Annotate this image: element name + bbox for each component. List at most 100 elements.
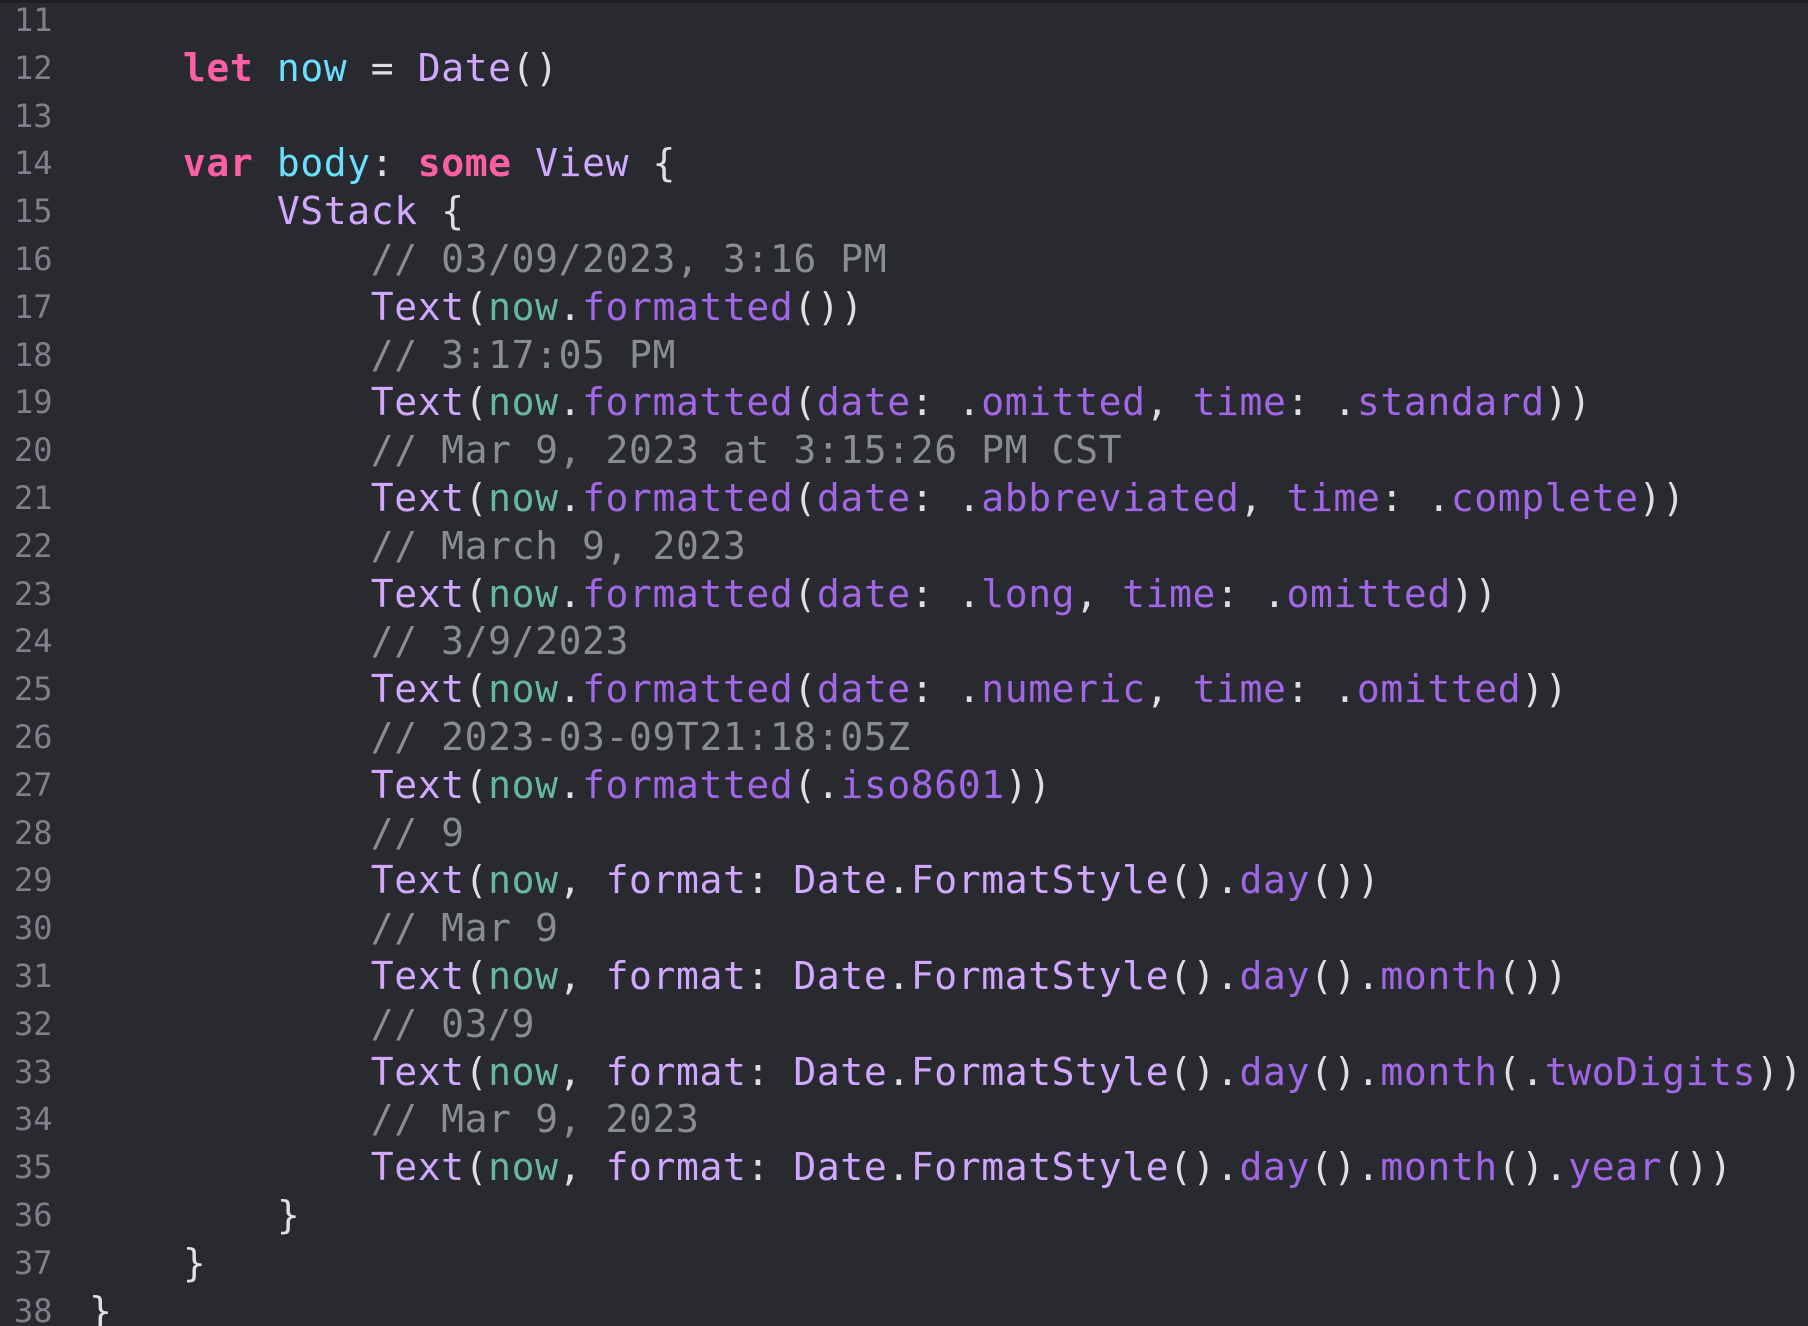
code-token-comment: // Mar 9, 2023 <box>370 1097 700 1142</box>
code-token-func: day <box>1239 1049 1310 1094</box>
line-number: 17 <box>14 287 53 326</box>
code-token-comment: // 2023-03-09T21:18:05Z <box>370 714 911 759</box>
line-number: 16 <box>14 239 53 278</box>
code-line[interactable]: 17 Text(now.formatted()) <box>0 284 1808 332</box>
line-number: 15 <box>14 192 53 231</box>
line-number: 36 <box>14 1195 53 1234</box>
code-line[interactable]: 37 } <box>0 1240 1808 1288</box>
code-line[interactable]: 13 <box>0 93 1808 141</box>
code-line[interactable]: 34 // Mar 9, 2023 <box>0 1096 1808 1144</box>
code-token-var: now <box>488 284 559 329</box>
code-line-content: // Mar 9, 2023 at 3:15:26 PM CST <box>89 427 1122 475</box>
code-line-content: Text(now.formatted(date: .long, time: .o… <box>89 571 1498 619</box>
code-token-type: format <box>605 1049 747 1094</box>
code-token-plain: ( <box>793 667 817 712</box>
code-area[interactable]: 11 12 let now = Date() 13 14 var body: some… <box>0 0 1808 1326</box>
code-token-plain: ( <box>464 571 489 616</box>
code-token-decl: body <box>276 141 371 186</box>
code-line[interactable]: 24 // 3/9/2023 <box>0 618 1808 666</box>
code-token-comment: // 3:17:05 PM <box>370 332 676 377</box>
code-token-plain: (). <box>1309 1145 1381 1190</box>
code-line[interactable]: 28 // 9 <box>0 810 1808 858</box>
code-line[interactable]: 35 Text(now, format: Date.FormatStyle().… <box>0 1144 1808 1192</box>
code-token-type: Text <box>370 858 465 903</box>
code-line[interactable]: 18 // 3:17:05 PM <box>0 332 1808 380</box>
code-token-type: Text <box>370 284 465 329</box>
code-token-func: formatted <box>582 762 794 807</box>
code-token-plain: : <box>746 1145 794 1190</box>
code-token-plain: ( <box>464 1049 489 1094</box>
code-token-plain: )) <box>1544 380 1592 425</box>
code-line[interactable]: 19 Text(now.formatted(date: .omitted, ti… <box>0 379 1808 427</box>
code-line-content: Text(now, format: Date.FormatStyle().day… <box>89 953 1568 1001</box>
code-token-func: month <box>1380 1145 1498 1190</box>
code-token-plain: : <box>370 141 418 186</box>
code-line[interactable]: 14 var body: some View { <box>0 140 1808 188</box>
code-token-keyword: let <box>182 45 254 90</box>
code-line[interactable]: 36 } <box>0 1192 1808 1240</box>
code-token-plain: . <box>887 1049 911 1094</box>
line-number: 24 <box>14 622 53 661</box>
code-line[interactable]: 32 // 03/9 <box>0 1001 1808 1049</box>
line-number: 22 <box>14 526 53 565</box>
code-token-param: date <box>816 475 911 520</box>
code-line[interactable]: 20 // Mar 9, 2023 at 3:15:26 PM CST <box>0 427 1808 475</box>
line-number: 23 <box>14 574 53 613</box>
code-token-plain: ( <box>793 475 817 520</box>
line-number: 25 <box>14 670 53 709</box>
code-line[interactable]: 16 // 03/09/2023, 3:16 PM <box>0 236 1808 284</box>
code-token-plain: ()) <box>1497 953 1569 998</box>
line-number: 14 <box>14 144 53 183</box>
code-token-keyword: some <box>417 141 512 186</box>
code-token-plain: () <box>511 45 559 90</box>
code-token-type: FormatStyle <box>910 1049 1170 1094</box>
code-line[interactable]: 21 Text(now.formatted(date: .abbreviated… <box>0 475 1808 523</box>
code-token-plain: , <box>1145 380 1193 425</box>
code-line[interactable]: 12 let now = Date() <box>0 45 1808 93</box>
line-number: 30 <box>14 909 53 948</box>
line-number: 34 <box>14 1100 53 1139</box>
code-token-member: abbreviated <box>981 475 1240 520</box>
code-token-member: complete <box>1450 475 1639 520</box>
code-token-plain: ( <box>793 380 817 425</box>
code-line[interactable]: 11 <box>0 0 1808 45</box>
code-line[interactable]: 25 Text(now.formatted(date: .numeric, ti… <box>0 666 1808 714</box>
code-line[interactable]: 31 Text(now, format: Date.FormatStyle().… <box>0 953 1808 1001</box>
code-line-content: Text(now.formatted(date: .omitted, time:… <box>89 379 1592 427</box>
code-line[interactable]: 26 // 2023-03-09T21:18:05Z <box>0 714 1808 762</box>
code-line[interactable]: 29 Text(now, format: Date.FormatStyle().… <box>0 857 1808 905</box>
code-line-content: // 2023-03-09T21:18:05Z <box>89 714 911 762</box>
code-line[interactable]: 27 Text(now.formatted(.iso8601)) <box>0 762 1808 810</box>
line-number: 20 <box>14 431 53 470</box>
code-line[interactable]: 33 Text(now, format: Date.FormatStyle().… <box>0 1049 1808 1097</box>
code-token-member: long <box>981 571 1076 616</box>
code-token-func: month <box>1380 953 1498 998</box>
code-token-param: time <box>1286 475 1381 520</box>
code-token-plain: ( <box>464 667 489 712</box>
code-editor[interactable]: 11 12 let now = Date() 13 14 var body: some… <box>0 0 1808 1326</box>
code-line-content: Text(now.formatted()) <box>89 284 864 332</box>
code-line-content: Text(now, format: Date.FormatStyle().day… <box>89 1049 1803 1097</box>
code-token-func: formatted <box>582 475 794 520</box>
code-line-content: Text(now, format: Date.FormatStyle().day… <box>89 857 1380 905</box>
code-line[interactable]: 23 Text(now.formatted(date: .long, time:… <box>0 571 1808 619</box>
code-token-comment: // 03/9 <box>370 1001 536 1046</box>
code-line[interactable]: 22 // March 9, 2023 <box>0 523 1808 571</box>
code-line[interactable]: 15 VStack { <box>0 188 1808 236</box>
code-line[interactable]: 38} <box>0 1288 1808 1326</box>
line-number: 26 <box>14 717 53 756</box>
code-token-plain: . <box>558 762 583 807</box>
code-token-type: Text <box>370 762 465 807</box>
line-number: 27 <box>14 765 53 804</box>
code-token-type: FormatStyle <box>910 858 1170 903</box>
code-line-content: Text(now.formatted(date: .numeric, time:… <box>89 666 1568 714</box>
code-line[interactable]: 30 // Mar 9 <box>0 905 1808 953</box>
